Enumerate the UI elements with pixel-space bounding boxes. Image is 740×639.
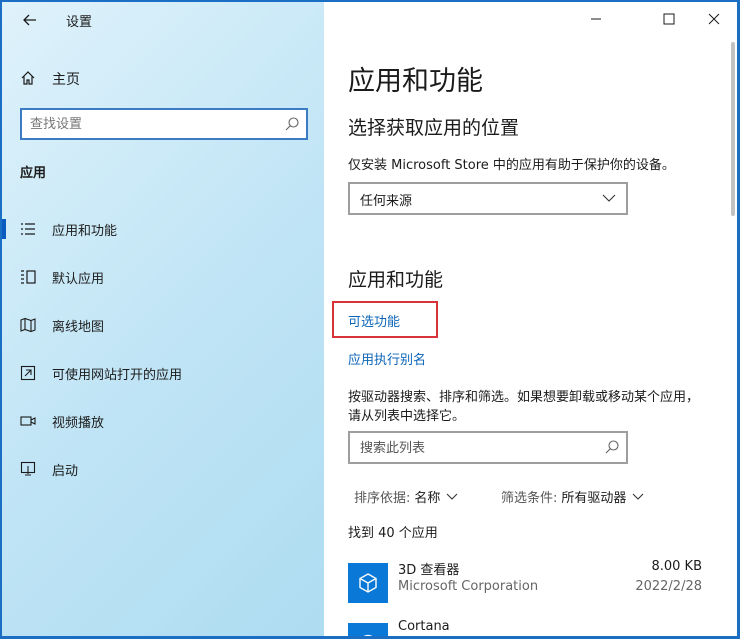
sidebar-item-label: 离线地图 [52,320,105,335]
back-button[interactable] [12,6,48,34]
sidebar-item-apps-features[interactable]: 应用和功能 [2,205,324,253]
sidebar: 设置 主页 应用 应用和功能 [2,2,324,636]
startup-icon [20,461,36,476]
app-size: 8.00 KB [651,559,702,574]
cortana-icon [363,634,373,636]
app-publisher: Microsoft Corporation [398,579,539,594]
sidebar-item-video-playback[interactable]: 视频播放 [2,397,324,445]
map-icon [20,317,36,333]
install-source-dropdown[interactable]: 任何来源 [348,182,628,215]
filter-dropdown[interactable]: 筛选条件: 所有驱动器 [501,487,644,506]
scrollbar[interactable] [731,42,735,216]
app-tile [348,563,388,603]
sidebar-item-label: 主页 [52,72,80,88]
sidebar-nav: 应用和功能 默认应用 离线地图 可使用网站打开的应用 视频播放 启动 [2,205,324,493]
sidebar-item-label: 默认应用 [52,272,105,287]
minimize-icon [591,18,601,20]
sort-dropdown[interactable]: 排序依据: 名称 [354,487,458,506]
sort-value: 名称 [414,491,441,506]
titlebar: 设置 [2,2,324,38]
page-title: 应用和功能 [348,66,483,97]
sidebar-item-home[interactable]: 主页 [2,60,324,96]
arrow-left-icon [23,14,36,26]
sidebar-item-default-apps[interactable]: 默认应用 [2,253,324,301]
chevron-down-icon [447,493,458,500]
home-icon [21,71,35,85]
app-name: 3D 查看器 [398,563,460,578]
settings-search[interactable] [20,108,308,140]
maximize-icon [663,13,675,25]
app-date: 2022/2/28 [635,579,702,594]
sidebar-item-startup[interactable]: 启动 [2,445,324,493]
install-source-description: 仅安装 Microsoft Store 中的应用有助于保护你的设备。 [348,158,675,173]
video-icon [20,416,36,426]
app-name: Cortana [398,619,450,634]
search-icon[interactable] [284,116,300,132]
close-button[interactable] [691,2,737,36]
apps-description: 按驱动器搜索、排序和筛选。如果想要卸载或移动某个应用，请从列表中选择它。 [348,390,700,424]
sidebar-item-label: 启动 [52,464,79,479]
close-icon [708,13,720,25]
list-icon [21,223,35,235]
3d-viewer-icon [359,573,377,593]
sidebar-section-label: 应用 [20,166,47,181]
sort-key-label: 排序依据: [354,491,411,506]
install-source-heading: 选择获取应用的位置 [348,117,520,139]
main-content: 应用和功能 选择获取应用的位置 仅安装 Microsoft Store 中的应用… [324,2,737,636]
sidebar-item-label: 应用和功能 [52,224,118,239]
filter-key-label: 筛选条件: [501,491,558,506]
apps-features-heading: 应用和功能 [348,269,444,291]
app-list-search[interactable] [348,431,628,464]
search-icon[interactable] [604,439,620,455]
default-apps-icon [21,270,36,284]
dropdown-value: 任何来源 [360,194,413,209]
filter-value: 所有驱动器 [561,491,627,506]
app-count: 找到 40 个应用 [348,526,438,541]
app-list-search-input[interactable] [360,438,590,458]
selection-indicator [2,219,6,239]
settings-search-input[interactable] [30,114,270,134]
minimize-button[interactable] [573,2,619,36]
app-tile [348,623,388,636]
optional-features-link[interactable]: 可选功能 [348,311,400,330]
maximize-button[interactable] [646,2,692,36]
website-apps-icon [20,365,36,381]
sidebar-item-website-apps[interactable]: 可使用网站打开的应用 [2,349,324,397]
settings-window: 设置 主页 应用 应用和功能 [2,2,737,636]
chevron-down-icon [633,493,644,500]
sidebar-item-label: 可使用网站打开的应用 [52,368,183,383]
sidebar-item-offline-maps[interactable]: 离线地图 [2,301,324,349]
app-execution-alias-link[interactable]: 应用执行别名 [348,349,426,368]
sidebar-item-label: 视频播放 [52,416,105,431]
list-item[interactable]: Cortana [348,619,718,636]
app-title: 设置 [66,15,93,30]
list-item[interactable]: 3D 查看器 Microsoft Corporation 8.00 KB 202… [348,559,718,609]
chevron-down-icon [602,194,616,202]
